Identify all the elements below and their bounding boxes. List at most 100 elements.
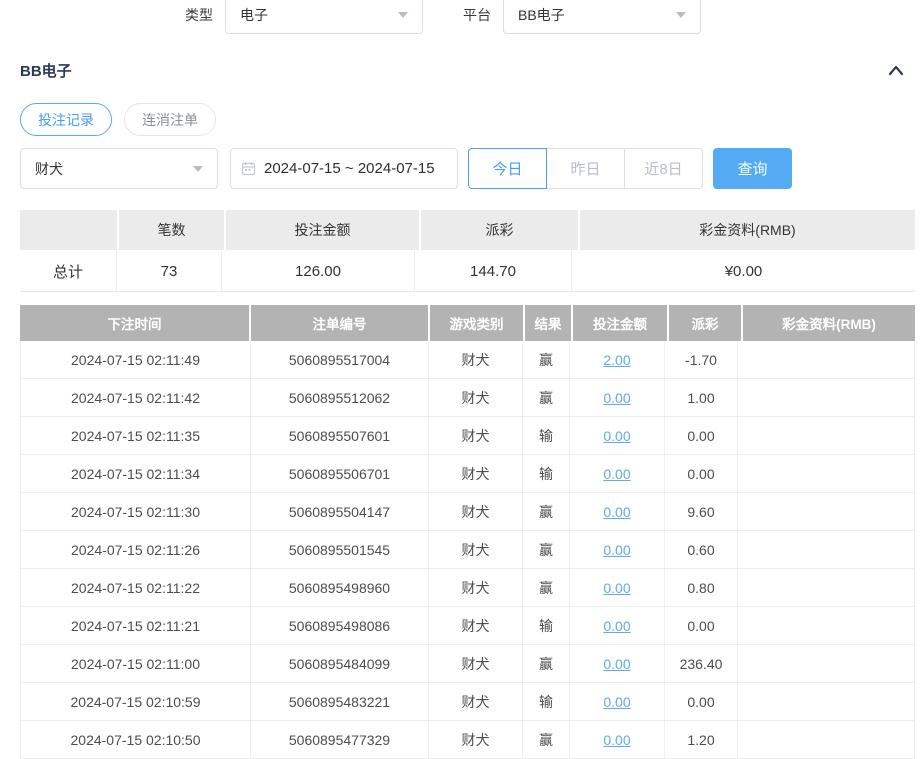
search-button[interactable]: 查询 [713,148,792,189]
cell-game-type: 财犬 [429,493,523,530]
records-header-result: 结果 [525,305,571,341]
platform-label: 平台 [463,5,491,25]
bet-amount-link[interactable]: 0.00 [603,580,630,596]
cell-bet-time: 2024-07-15 02:11:21 [21,607,251,644]
records-header-order-no: 注单编号 [251,305,428,341]
cell-payout: 0.00 [665,607,738,644]
bet-amount-link[interactable]: 0.00 [603,390,630,406]
cell-bonus [738,493,914,530]
summary-total-count: 73 [117,251,222,291]
cell-payout: -1.70 [665,341,738,378]
cell-result: 赢 [523,493,570,530]
table-row: 2024-07-15 02:11:00 5060895484099 财犬 赢 0… [21,645,914,683]
records-header-bet: 投注金额 [573,305,667,341]
cell-bet-time: 2024-07-15 02:11:22 [21,569,251,606]
tab-bet-records[interactable]: 投注记录 [20,103,112,136]
summary-table: 笔数 投注金额 派彩 彩金资料(RMB) 总计 73 126.00 144.70… [20,210,915,292]
records-header-bonus: 彩金资料(RMB) [743,305,915,341]
platform-select-value: BB电子 [518,5,565,25]
bet-amount-link[interactable]: 0.00 [603,428,630,444]
chevron-up-icon [887,63,905,77]
game-select[interactable]: 财犬 [20,148,218,189]
collapse-button[interactable] [887,63,905,77]
cell-payout: 1.20 [665,721,738,758]
table-row: 2024-07-15 02:11:21 5060895498086 财犬 输 0… [21,607,914,645]
summary-header-payout: 派彩 [421,210,578,250]
table-row: 2024-07-15 02:11:42 5060895512062 财犬 赢 0… [21,379,914,417]
cell-bonus [738,531,914,568]
cell-game-type: 财犬 [429,683,523,720]
cell-bet-time: 2024-07-15 02:11:49 [21,341,251,378]
chevron-down-icon [398,12,408,18]
bet-amount-link[interactable]: 0.00 [603,618,630,634]
cell-bonus [738,379,914,416]
cell-order-no: 5060895507601 [251,417,429,454]
cell-game-type: 财犬 [429,721,523,758]
query-bar: 财犬 2024-07-15 ~ 2024-07-15 今日 昨日 近8日 查询 [20,148,915,189]
yesterday-button[interactable]: 昨日 [546,148,625,189]
records-table-body: 2024-07-15 02:11:49 5060895517004 财犬 赢 2… [20,341,915,759]
cell-bonus [738,417,914,454]
cell-order-no: 5060895504147 [251,493,429,530]
summary-total-payout: 144.70 [415,251,572,291]
records-header-game: 游戏类别 [430,305,523,341]
today-button[interactable]: 今日 [468,148,547,189]
cell-bet-amount: 2.00 [570,341,665,378]
bet-amount-link[interactable]: 0.00 [603,504,630,520]
cell-game-type: 财犬 [429,417,523,454]
cell-result: 赢 [523,531,570,568]
bet-amount-link[interactable]: 0.00 [603,466,630,482]
cell-bet-amount: 0.00 [570,721,665,758]
table-row: 2024-07-15 02:11:49 5060895517004 财犬 赢 2… [21,341,914,379]
cell-bonus [738,721,914,758]
summary-total-bonus: ¥0.00 [572,251,915,291]
bet-amount-link[interactable]: 0.00 [603,656,630,672]
records-table: 下注时间 注单编号 游戏类别 结果 投注金额 派彩 彩金资料(RMB) 2024… [20,305,915,759]
bet-amount-link[interactable]: 0.00 [603,732,630,748]
cell-bet-amount: 0.00 [570,531,665,568]
cell-order-no: 5060895477329 [251,721,429,758]
cell-bonus [738,645,914,682]
cell-bet-time: 2024-07-15 02:11:35 [21,417,251,454]
cell-order-no: 5060895506701 [251,455,429,492]
cell-bonus [738,455,914,492]
calendar-icon [241,161,256,176]
cell-order-no: 5060895498960 [251,569,429,606]
cell-game-type: 财犬 [429,341,523,378]
cell-payout: 0.60 [665,531,738,568]
summary-total-bet-amount: 126.00 [222,251,415,291]
cell-payout: 0.80 [665,569,738,606]
cell-bet-amount: 0.00 [570,607,665,644]
cell-result: 赢 [523,341,570,378]
date-range-input[interactable]: 2024-07-15 ~ 2024-07-15 [230,148,458,189]
type-select-value: 电子 [240,5,268,25]
cell-bet-time: 2024-07-15 02:11:26 [21,531,251,568]
cell-bet-time: 2024-07-15 02:11:34 [21,455,251,492]
date-range-value: 2024-07-15 ~ 2024-07-15 [264,160,435,177]
cell-bet-amount: 0.00 [570,455,665,492]
section-title: BB电子 [20,60,72,81]
cell-bet-time: 2024-07-15 02:11:30 [21,493,251,530]
bet-amount-link[interactable]: 2.00 [603,352,630,368]
cell-order-no: 5060895517004 [251,341,429,378]
cell-result: 输 [523,417,570,454]
cell-bet-time: 2024-07-15 02:11:42 [21,379,251,416]
platform-select[interactable]: BB电子 [503,0,701,34]
tab-label: 连消注单 [142,110,198,130]
cell-game-type: 财犬 [429,569,523,606]
bet-amount-link[interactable]: 0.00 [603,542,630,558]
cell-result: 输 [523,455,570,492]
cell-order-no: 5060895512062 [251,379,429,416]
last-8-days-button[interactable]: 近8日 [624,148,703,189]
page: 类型 电子 平台 BB电子 BB电子 投注记录 连消注单 财犬 [0,0,922,759]
records-header-payout: 派彩 [669,305,741,341]
records-header-time: 下注时间 [20,305,249,341]
type-select[interactable]: 电子 [225,0,423,34]
tab-cancelled-orders[interactable]: 连消注单 [124,103,216,136]
cell-game-type: 财犬 [429,607,523,644]
cell-bonus [738,683,914,720]
summary-total-row: 总计 73 126.00 144.70 ¥0.00 [20,251,915,292]
records-table-header: 下注时间 注单编号 游戏类别 结果 投注金额 派彩 彩金资料(RMB) [20,305,915,341]
bet-amount-link[interactable]: 0.00 [603,694,630,710]
table-row: 2024-07-15 02:10:50 5060895477329 财犬 赢 0… [21,721,914,759]
